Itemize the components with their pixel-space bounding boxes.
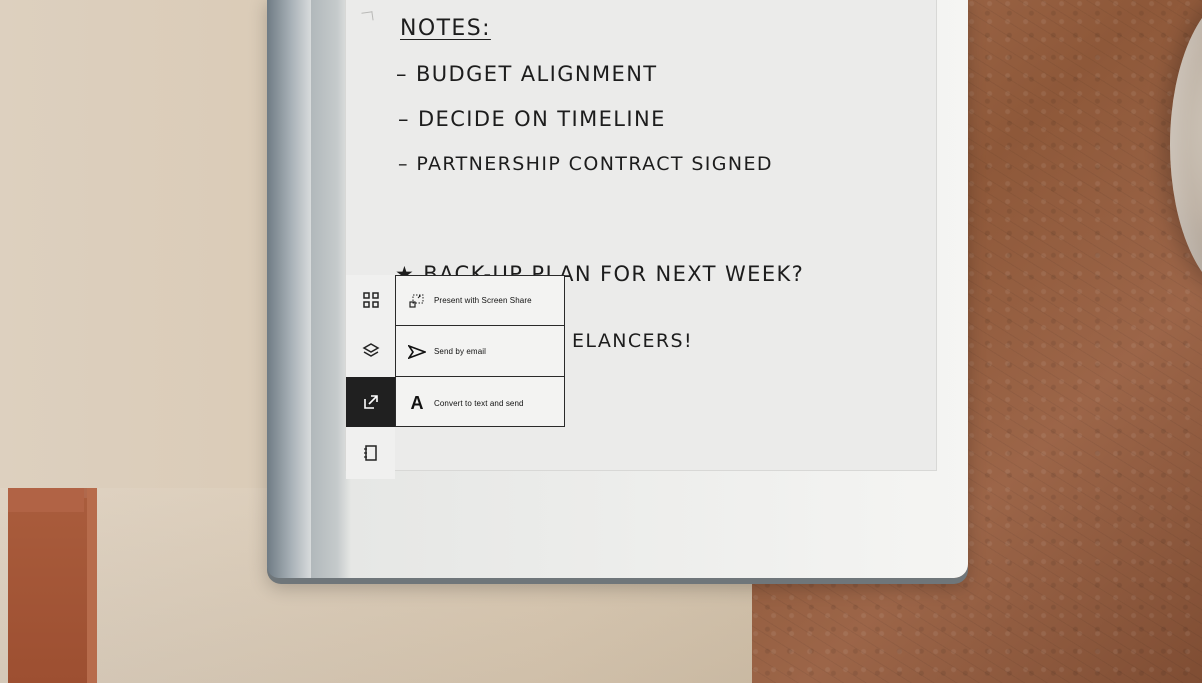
text-convert-icon: A xyxy=(410,392,424,413)
share-menu: Present with Screen Share Send by email … xyxy=(395,275,565,427)
present-screen-share-item[interactable]: Present with Screen Share xyxy=(396,276,564,326)
undo-mark xyxy=(361,11,374,22)
grid-icon[interactable] xyxy=(346,275,395,325)
notebook-icon[interactable] xyxy=(346,428,395,478)
present-screen-share-label: Present with Screen Share xyxy=(434,296,532,305)
share-icon[interactable] xyxy=(346,377,395,427)
note-item-timeline: – DECIDE ON TIMELINE xyxy=(398,107,666,131)
brown-book xyxy=(8,488,97,683)
send-email-label: Send by email xyxy=(434,347,486,356)
note-item-budget: – BUDGET ALIGNMENT xyxy=(396,62,658,86)
note-item-contract: – PARTNERSHIP CONTRACT SIGNED xyxy=(398,153,773,175)
note-item-freelancers: ELANCERS! xyxy=(572,330,693,352)
side-toolbar xyxy=(346,275,395,479)
layers-icon[interactable] xyxy=(346,326,395,376)
convert-text-send-label: Convert to text and send xyxy=(434,398,524,408)
send-icon xyxy=(408,344,426,359)
send-email-item[interactable]: Send by email xyxy=(396,327,564,377)
screen-share-icon xyxy=(408,294,426,308)
convert-text-send-item[interactable]: A Convert to text and send xyxy=(396,378,564,428)
device-scene: NOTES: – BUDGET ALIGNMENT – DECIDE ON TI… xyxy=(0,0,1202,683)
notes-heading: NOTES: xyxy=(400,16,491,41)
